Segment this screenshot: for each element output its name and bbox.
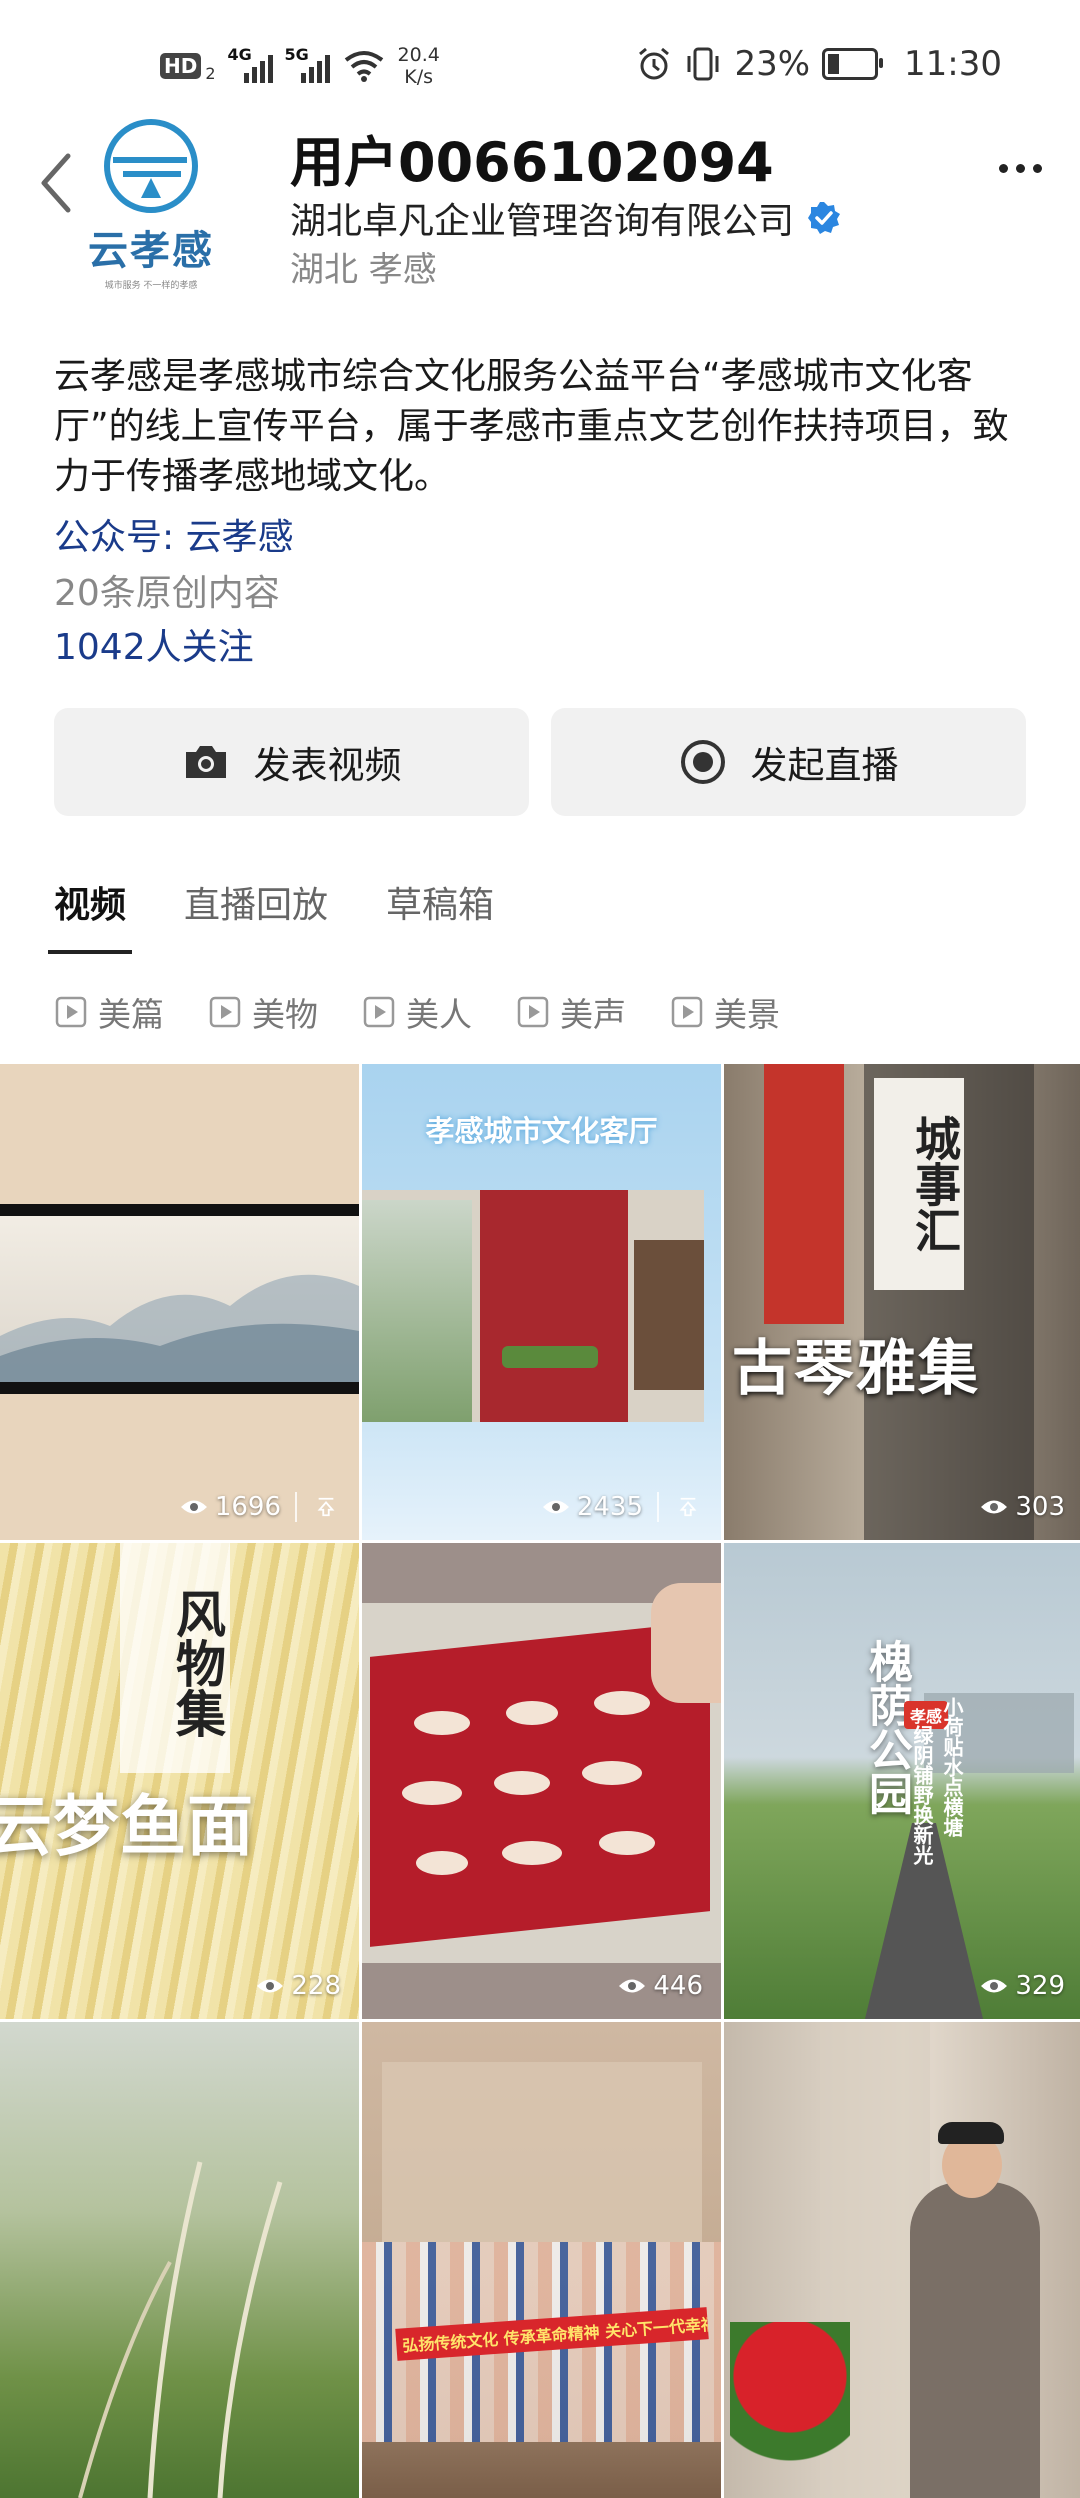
- view-count: 303: [979, 1492, 1065, 1522]
- play-square-icon: [671, 996, 703, 1028]
- play-square-icon: [55, 996, 87, 1028]
- relief-wall: [382, 2062, 702, 2242]
- view-count-text: 446: [653, 1971, 703, 2001]
- video-subcaption: 绿阴铺野换新光: [910, 1725, 934, 1865]
- video-tile[interactable]: 风物集 云梦鱼面 228: [0, 1543, 359, 2019]
- video-subcaption-2: 小荷贴水点横塘: [940, 1697, 964, 1837]
- video-tile[interactable]: [0, 2022, 359, 2498]
- content-tabs: 视频 直播回放 草稿箱: [47, 876, 494, 954]
- eye-icon: [981, 1979, 1008, 1993]
- post-video-button[interactable]: 发表视频: [54, 708, 529, 816]
- video-tile[interactable]: 弘扬传统文化 传承革命精神 关心下一代幸福成长: [362, 2022, 721, 2498]
- filter-label: 美人: [406, 995, 472, 1034]
- view-count: 1696: [179, 1492, 341, 1522]
- filter-meisheng[interactable]: 美声: [516, 988, 626, 1036]
- filter-meiwu[interactable]: 美物: [208, 988, 318, 1036]
- grass-thumbnail: [78, 2161, 283, 2498]
- red-scroll: [764, 1064, 844, 1324]
- post-video-label: 发表视频: [253, 744, 402, 787]
- filter-label: 美篇: [98, 995, 164, 1034]
- pin-top-icon: [317, 1497, 335, 1517]
- signal-4g-icon: 4G: [228, 45, 273, 83]
- video-subcaption: 古琴雅集: [732, 1334, 980, 1404]
- network-speed: 20.4 K/s: [397, 44, 440, 88]
- wifi-icon: [344, 51, 383, 82]
- person-figure: [910, 2182, 1040, 2498]
- eye-icon: [542, 1500, 569, 1514]
- video-tile[interactable]: [724, 2022, 1080, 2498]
- paper-cut-pattern: [402, 1691, 655, 1875]
- cloud-logo-icon: [104, 119, 198, 213]
- start-live-label: 发起直播: [750, 744, 899, 787]
- play-square-icon: [209, 996, 241, 1028]
- clock: 11:30: [904, 44, 1002, 84]
- profile-header: 云孝感 城市服务 不一样的孝感 用户0066102094 湖北卓凡企业管理咨询有…: [0, 110, 1080, 310]
- live-record-icon: [680, 740, 725, 784]
- logo-slogan: 城市服务 不一样的孝感: [104, 281, 198, 291]
- video-caption: 城事汇: [874, 1078, 964, 1290]
- filter-label: 美声: [560, 995, 626, 1034]
- company-row: 湖北卓凡企业管理咨询有限公司: [290, 192, 842, 244]
- start-live-button[interactable]: 发起直播: [551, 708, 1026, 816]
- hd-voice-icon: HD: [160, 53, 202, 79]
- wechat-account-link[interactable]: 公众号: 云孝感: [54, 508, 294, 560]
- region: 湖北 孝感: [290, 250, 437, 290]
- pin-top-icon: [679, 1497, 697, 1517]
- view-count: 2435: [541, 1492, 703, 1522]
- view-count: 329: [979, 1971, 1065, 2001]
- avatar-logo[interactable]: 云孝感 城市服务 不一样的孝感: [66, 116, 236, 296]
- view-count-text: 1696: [214, 1492, 281, 1522]
- view-count: 228: [255, 1971, 341, 2001]
- video-tile[interactable]: 槐荫公园 孝感 绿阴铺野换新光 小荷贴水点横塘 329: [724, 1543, 1080, 2019]
- view-count-text: 2435: [576, 1492, 643, 1522]
- video-tile[interactable]: 1696: [0, 1064, 359, 1540]
- video-caption: 风物集: [120, 1543, 230, 1773]
- eye-icon: [180, 1500, 207, 1514]
- sim-badge: 2: [205, 63, 216, 83]
- action-buttons: 发表视频 发起直播: [54, 708, 1026, 816]
- battery-percent: 23%: [734, 44, 811, 84]
- view-count-text: 228: [291, 1971, 341, 2001]
- video-tile[interactable]: 孝感城市文化客厅 2435: [362, 1064, 721, 1540]
- signal-5g-icon: 5G: [285, 45, 330, 83]
- video-tile[interactable]: 446: [362, 1543, 721, 2019]
- video-tile[interactable]: 城事汇 古琴雅集 303: [724, 1064, 1080, 1540]
- ink-landscape-thumbnail: [0, 1274, 359, 1382]
- view-count: 446: [617, 1971, 703, 2001]
- filter-meijing[interactable]: 美景: [670, 988, 780, 1036]
- tab-videos[interactable]: 视频: [47, 876, 133, 954]
- eye-icon: [981, 1500, 1008, 1514]
- battery-icon: [822, 48, 884, 80]
- camera-icon: [185, 746, 226, 778]
- followers-link[interactable]: 1042人关注: [54, 618, 254, 670]
- original-count: 20条原创内容: [54, 573, 280, 614]
- vibrate-icon: [687, 47, 719, 81]
- eye-icon: [257, 1979, 284, 1993]
- gallery-photo: [362, 1190, 704, 1422]
- video-caption: 孝感城市文化客厅: [425, 1114, 658, 1148]
- filter-label: 美物: [252, 995, 318, 1034]
- eye-icon: [619, 1979, 646, 1993]
- user-name: 用户0066102094: [290, 131, 774, 194]
- logo-name: 云孝感: [88, 228, 214, 274]
- profile-intro: 云孝感是孝感城市综合文化服务公益平台“孝感城市文化客厅”的线上宣传平台，属于孝感…: [54, 356, 1009, 497]
- view-count-text: 303: [1015, 1492, 1065, 1522]
- category-filters: 美篇 美物 美人 美声 美景: [54, 988, 780, 1036]
- tab-live-replay[interactable]: 直播回放: [184, 876, 328, 954]
- video-grid: 1696 孝感城市文化客厅 2435 城事汇 古琴雅集 303 风物集 云梦鱼面…: [0, 1064, 1080, 2498]
- company-name: 湖北卓凡企业管理咨询有限公司: [290, 201, 795, 242]
- filter-meiren[interactable]: 美人: [362, 988, 472, 1036]
- more-options-icon[interactable]: [999, 164, 1042, 173]
- video-subcaption: 云梦鱼面: [0, 1787, 254, 1865]
- play-square-icon: [363, 996, 395, 1028]
- verified-badge-icon: [808, 202, 841, 234]
- view-count-text: 329: [1015, 1971, 1065, 2001]
- filter-label: 美景: [714, 995, 780, 1034]
- play-square-icon: [517, 996, 549, 1028]
- alarm-icon: [639, 47, 670, 80]
- filter-meipian[interactable]: 美篇: [54, 988, 164, 1036]
- tab-drafts[interactable]: 草稿箱: [386, 876, 494, 954]
- flower-bouquet: [730, 2322, 850, 2498]
